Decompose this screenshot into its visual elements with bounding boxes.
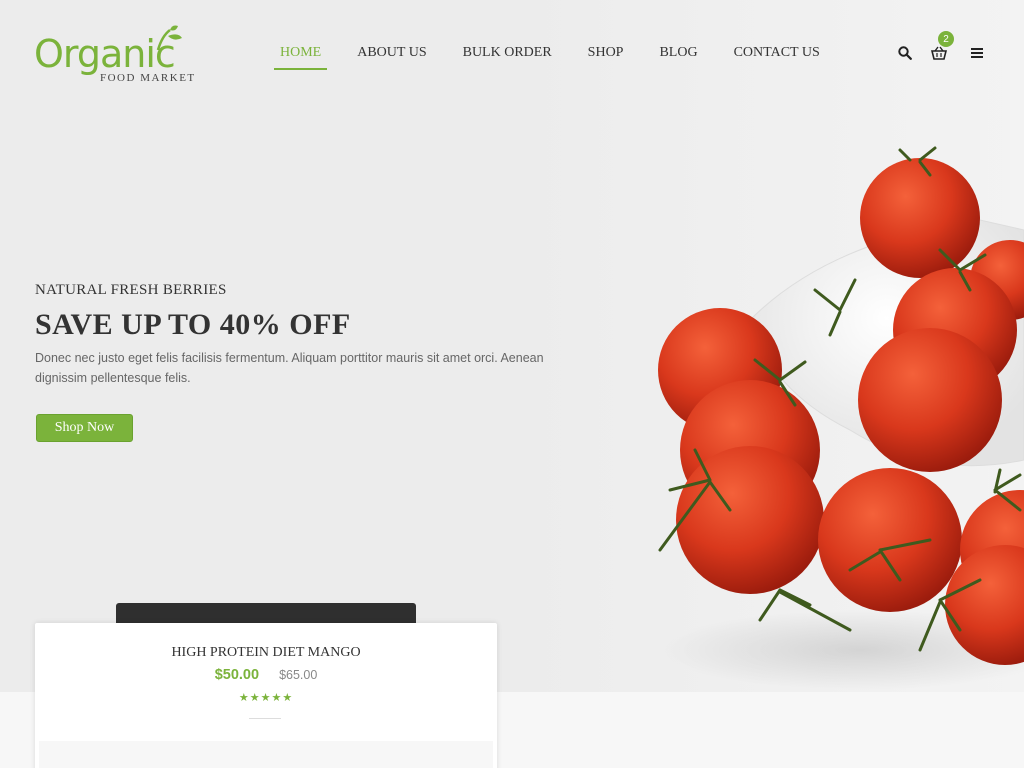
card-tab — [116, 603, 416, 625]
nav-contact-us[interactable]: CONTACT US — [728, 44, 826, 70]
product-card[interactable]: HIGH PROTEIN DIET MANGO $50.00 $65.00 ★★… — [35, 623, 497, 768]
star-icon: ★ — [282, 692, 294, 704]
cart-count-badge: 2 — [938, 31, 954, 47]
leaf-icon — [156, 25, 182, 51]
basket-icon[interactable]: 2 — [930, 31, 954, 62]
star-icon: ★ — [260, 692, 272, 704]
brand-tagline: FOOD MARKET — [100, 72, 196, 84]
tomatoes-image — [658, 146, 1024, 690]
hero-headline: SAVE UP TO 40% OFF — [35, 308, 351, 341]
product-title[interactable]: HIGH PROTEIN DIET MANGO — [35, 645, 497, 661]
hamburger-icon[interactable] — [968, 44, 986, 62]
divider — [249, 718, 281, 719]
nav-bulk-order[interactable]: BULK ORDER — [457, 44, 558, 70]
star-icon: ★ — [271, 692, 283, 704]
search-icon[interactable] — [896, 44, 914, 62]
hero-eyebrow: NATURAL FRESH BERRIES — [35, 282, 227, 298]
header-actions: 2 — [896, 31, 986, 62]
hero-banner: Organic FOOD MARKET HOME ABOUT US BULK O… — [0, 0, 1024, 692]
card-footer — [39, 741, 493, 768]
brand-logo[interactable]: Organic FOOD MARKET — [34, 24, 194, 88]
nav-home[interactable]: HOME — [274, 44, 328, 70]
main-nav: HOME ABOUT US BULK ORDER SHOP BLOG CONTA… — [274, 44, 850, 70]
product-price: $50.00 — [214, 667, 260, 683]
star-icon: ★ — [238, 692, 250, 704]
price-row: $50.00 $65.00 — [35, 667, 497, 683]
nav-about-us[interactable]: ABOUT US — [351, 44, 432, 70]
hero-description: Donec nec justo eget felis facilisis fer… — [35, 351, 544, 385]
star-rating: ★★★★★ — [35, 691, 497, 704]
star-icon: ★ — [249, 692, 261, 704]
nav-blog[interactable]: BLOG — [653, 44, 703, 70]
nav-shop[interactable]: SHOP — [582, 44, 630, 70]
product-old-price: $65.00 — [279, 668, 318, 682]
shop-now-button[interactable]: Shop Now — [36, 414, 133, 442]
